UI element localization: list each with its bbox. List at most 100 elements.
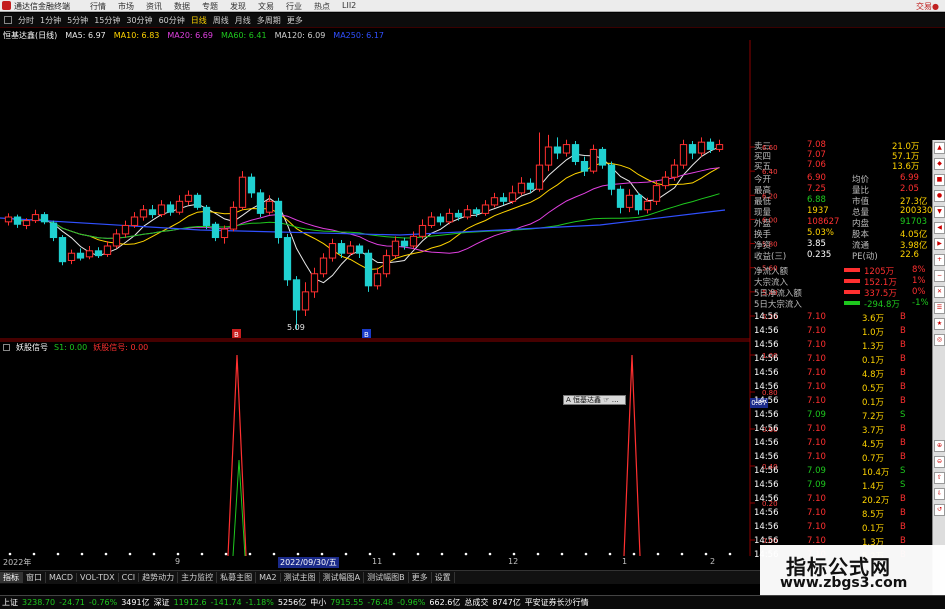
tool-icon[interactable]: ☰ xyxy=(934,302,945,314)
tool-icon[interactable]: ▲ xyxy=(934,142,945,154)
period-5min[interactable]: 5分钟 xyxy=(67,15,88,26)
tool-icon[interactable]: ◀ xyxy=(934,222,945,234)
trade-row: 14:56 7.10 3.6万 B xyxy=(752,312,930,324)
tab-macd[interactable]: MACD xyxy=(46,573,77,582)
tab-vol[interactable]: VOL-TDX xyxy=(77,573,119,582)
trade-volume: 0.1万 xyxy=(862,356,885,366)
ma5-value: MA5: 6.97 xyxy=(65,30,106,40)
baseline-dot xyxy=(320,552,324,556)
date-tick: 1 xyxy=(622,557,628,566)
menu-item[interactable]: 市场 xyxy=(118,1,134,12)
stat-value: 0.235 xyxy=(807,250,832,260)
candle-body xyxy=(31,214,40,222)
tab-settings[interactable]: 设置 xyxy=(432,572,455,583)
period-60min[interactable]: 60分钟 xyxy=(159,15,185,26)
menu-item[interactable]: 数据 xyxy=(174,1,190,12)
fund-flow-row: 大宗流入 152.1万 1% xyxy=(752,276,930,288)
candlestick-chart[interactable]: 6.606.406.206.005.805.605.405.20 5.09 B … xyxy=(0,40,780,340)
period-1min[interactable]: 1分钟 xyxy=(40,15,61,26)
stock-tooltip[interactable]: A 恒基达鑫 ☞ … xyxy=(563,395,626,405)
window-toggle-icon[interactable] xyxy=(4,16,12,24)
menu-item[interactable]: 行情 xyxy=(90,1,106,12)
flow-label: 5日大宗流入 xyxy=(754,300,802,310)
index-name[interactable]: 中小 xyxy=(310,597,326,608)
tool-icon[interactable]: ▼ xyxy=(934,206,945,218)
tab-test-main[interactable]: 测试主图 xyxy=(281,572,320,583)
tool-icon[interactable]: + xyxy=(934,254,945,266)
tool-icon[interactable]: ✕ xyxy=(934,286,945,298)
tab-main-monitor[interactable]: 主力监控 xyxy=(178,572,218,583)
ask-row: 买四 7.07 57.1万 xyxy=(752,150,930,162)
candle-body xyxy=(346,245,355,254)
trade-time: 14:56 xyxy=(754,466,779,476)
tool-icon[interactable]: ★ xyxy=(934,318,945,330)
tab-trend[interactable]: 趋势动力 xyxy=(139,572,179,583)
tool-icon[interactable]: − xyxy=(934,270,945,282)
tab-private[interactable]: 私募主图 xyxy=(217,572,257,583)
menu-item[interactable]: 行业 xyxy=(286,1,302,12)
stat-value: 108627 xyxy=(807,217,840,227)
period-minute[interactable]: 分时 xyxy=(18,15,34,26)
tab-window[interactable]: 窗口 xyxy=(23,572,46,583)
baseline-dot xyxy=(368,552,372,556)
tab-indicator[interactable]: 指标 xyxy=(0,572,23,583)
tool-icon[interactable]: ↺ xyxy=(934,504,945,516)
menu-item[interactable]: 专题 xyxy=(202,1,218,12)
index-name[interactable]: 深证 xyxy=(154,597,170,608)
ask-price: 7.07 xyxy=(807,150,826,160)
period-15min[interactable]: 15分钟 xyxy=(94,15,120,26)
candle-body xyxy=(85,250,94,258)
candle-body xyxy=(391,240,400,257)
stat-value: 2.05 xyxy=(900,184,919,194)
menu-item[interactable]: LII2 xyxy=(342,1,356,12)
tool-icon[interactable]: ◎ xyxy=(934,334,945,346)
tool-icon[interactable]: ● xyxy=(934,190,945,202)
tool-icon[interactable]: ▶ xyxy=(934,238,945,250)
quote-stat-row: 现量 1937 总量 200330 xyxy=(752,206,932,218)
candle-body xyxy=(463,209,472,218)
period-daily[interactable]: 日线 xyxy=(191,15,207,26)
tool-icon[interactable]: ◆ xyxy=(934,158,945,170)
tool-icon[interactable]: ■ xyxy=(934,174,945,186)
tab-test-b[interactable]: 测试幅图B xyxy=(364,572,409,583)
menu-item[interactable]: 资讯 xyxy=(146,1,162,12)
period-weekly[interactable]: 周线 xyxy=(213,15,229,26)
menu-item[interactable]: 文易 xyxy=(258,1,274,12)
menu-item[interactable]: 热点 xyxy=(314,1,330,12)
index-change: -76.48 xyxy=(367,598,394,607)
indicator-tabs: 指标 窗口 MACD VOL-TDX CCI 趋势动力 主力监控 私募主图 MA… xyxy=(0,570,760,584)
candle-body xyxy=(193,194,202,208)
period-30min[interactable]: 30分钟 xyxy=(126,15,152,26)
candle-body xyxy=(445,212,454,223)
index-name[interactable]: 上证 xyxy=(2,597,18,608)
app-logo-icon xyxy=(2,1,11,10)
baseline-dot xyxy=(656,552,660,556)
tool-icon[interactable]: ⊖ xyxy=(934,456,945,468)
tool-icon[interactable]: ⇩ xyxy=(934,488,945,500)
tab-cci[interactable]: CCI xyxy=(119,573,140,582)
baseline-dot xyxy=(104,552,108,556)
period-multi[interactable]: 多周期 xyxy=(257,15,281,26)
tab-ma2[interactable]: MA2 xyxy=(256,573,281,582)
tab-test-a[interactable]: 测试幅图A xyxy=(320,572,365,583)
trade-volume: 4.8万 xyxy=(862,370,885,380)
trade-time: 14:56 xyxy=(754,494,779,504)
trade-row: 14:56 7.10 3.7万 B xyxy=(752,424,930,436)
period-monthly[interactable]: 月线 xyxy=(235,15,251,26)
trade-menu[interactable]: 交易● xyxy=(916,1,939,12)
tool-icon[interactable]: ⊕ xyxy=(934,440,945,452)
candle-body xyxy=(598,148,607,166)
candle-body xyxy=(535,164,544,190)
date-tick: 11 xyxy=(372,557,383,566)
indicator-panel[interactable]: 1.000.800.600.400.200.00 xyxy=(0,340,780,556)
quote-stat-row: 净资 3.85 流通 3.98亿 xyxy=(752,239,930,251)
trade-price: 7.10 xyxy=(807,382,826,392)
signal-marker-b2-label: B xyxy=(364,331,369,339)
menu-item[interactable]: 发现 xyxy=(230,1,246,12)
tab-more[interactable]: 更多 xyxy=(409,572,432,583)
period-more[interactable]: 更多 xyxy=(287,15,303,26)
trade-time: 14:56 xyxy=(754,508,779,518)
candle-body xyxy=(67,252,76,261)
candle-body xyxy=(400,240,409,247)
tool-icon[interactable]: ⇧ xyxy=(934,472,945,484)
